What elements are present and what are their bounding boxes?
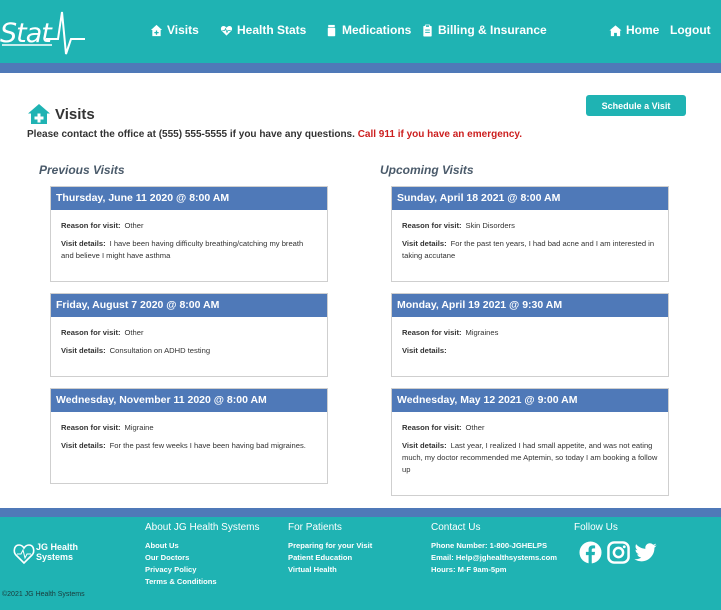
twitter-icon[interactable] <box>634 541 657 564</box>
stat-logo[interactable]: Stat <box>0 4 90 60</box>
house-medical-icon <box>150 24 163 36</box>
copyright-text: ©2021 JG Health Systems <box>2 591 85 598</box>
reason-label: Reason for visit: <box>61 423 121 432</box>
header-divider-bar <box>0 63 721 73</box>
nav-home-label: Home <box>626 23 660 37</box>
nav-billing-label: Billing & Insurance <box>438 23 547 37</box>
visit-reason: Other <box>465 423 485 432</box>
footer-logo-text: JG Health Systems <box>36 542 78 562</box>
footer-link-preparing[interactable]: Preparing for your Visit <box>288 541 372 550</box>
visit-reason: Skin Disorders <box>465 221 515 230</box>
heart-pulse-icon <box>220 25 233 36</box>
instagram-icon[interactable] <box>607 541 630 564</box>
heartbeat-logo-icon <box>2 11 85 55</box>
visit-date: Thursday, June 11 2020 @ 8:00 AM <box>51 187 327 210</box>
visit-date: Wednesday, November 11 2020 @ 8:00 AM <box>51 389 327 412</box>
nav-home[interactable]: Home <box>609 23 659 37</box>
visit-card: Wednesday, May 12 2021 @ 9:00 AM Reason … <box>391 388 669 496</box>
footer-about-title: About JG Health Systems <box>145 522 260 533</box>
details-label: Visit details: <box>61 239 106 248</box>
footer-follow-title: Follow Us <box>574 522 618 533</box>
schedule-visit-button[interactable]: Schedule a Visit <box>586 95 686 116</box>
facebook-icon[interactable] <box>579 541 602 564</box>
visit-card: Sunday, April 18 2021 @ 8:00 AM Reason f… <box>391 186 669 282</box>
visit-date: Sunday, April 18 2021 @ 8:00 AM <box>392 187 668 210</box>
visit-reason: Other <box>124 328 144 337</box>
visit-date: Friday, August 7 2020 @ 8:00 AM <box>51 294 327 317</box>
details-label: Visit details: <box>61 441 106 450</box>
nav-medications-label: Medications <box>342 23 412 37</box>
upcoming-visits-title: Upcoming Visits <box>380 163 474 177</box>
reason-label: Reason for visit: <box>402 221 462 230</box>
visit-reason: Migraines <box>465 328 499 337</box>
details-label: Visit details: <box>402 346 447 355</box>
visit-card: Monday, April 19 2021 @ 9:30 AM Reason f… <box>391 293 669 377</box>
clipboard-icon <box>423 24 432 37</box>
footer-link-privacy-policy[interactable]: Privacy Policy <box>145 565 197 574</box>
visit-details: Consultation on ADHD testing <box>109 346 211 355</box>
previous-visits-title: Previous Visits <box>39 163 125 177</box>
footer-patients-title: For Patients <box>288 522 342 533</box>
visit-date: Monday, April 19 2021 @ 9:30 AM <box>392 294 668 317</box>
footer-email[interactable]: Email: Help@jghealthsystems.com <box>431 553 557 562</box>
footer-logo-line1: JG Health <box>36 542 79 552</box>
nav-logout-label: Logout <box>670 23 711 37</box>
nav-health-stats[interactable]: Health Stats <box>220 23 306 37</box>
visit-details: For the past few weeks I have been havin… <box>109 441 306 450</box>
visit-card: Thursday, June 11 2020 @ 8:00 AM Reason … <box>50 186 328 282</box>
house-medical-icon <box>28 104 50 124</box>
footer-link-about-us[interactable]: About Us <box>145 541 179 550</box>
nav-visits[interactable]: Visits <box>150 23 199 37</box>
medication-icon <box>327 24 336 36</box>
contact-line: Please contact the office at (555) 555-5… <box>27 129 522 140</box>
visit-date: Wednesday, May 12 2021 @ 9:00 AM <box>392 389 668 412</box>
nav-visits-label: Visits <box>167 23 199 37</box>
top-header: Stat Visits Health Stats Medications Bil… <box>0 0 721 63</box>
visit-reason: Migraine <box>124 423 154 432</box>
footer-phone: Phone Number: 1-800-JGHELPS <box>431 541 548 550</box>
nav-medications[interactable]: Medications <box>325 23 411 37</box>
footer-divider-bar <box>0 508 721 517</box>
footer-link-terms[interactable]: Terms & Conditions <box>145 577 217 586</box>
details-label: Visit details: <box>402 441 447 450</box>
reason-label: Reason for visit: <box>402 328 462 337</box>
visit-card: Wednesday, November 11 2020 @ 8:00 AM Re… <box>50 388 328 484</box>
footer-link-patient-education[interactable]: Patient Education <box>288 553 352 562</box>
home-icon <box>609 24 622 36</box>
reason-label: Reason for visit: <box>61 221 121 230</box>
emergency-text: Call 911 if you have an emergency. <box>357 129 523 140</box>
nav-billing[interactable]: Billing & Insurance <box>421 23 547 37</box>
page-title-area: Visits <box>27 103 95 125</box>
footer-hours: Hours: M-F 9am-5pm <box>431 565 507 574</box>
footer-contact-title: Contact Us <box>431 522 481 533</box>
details-label: Visit details: <box>61 346 106 355</box>
nav-logout[interactable]: Logout <box>670 23 711 37</box>
nav-health-stats-label: Health Stats <box>237 23 307 37</box>
site-footer: JG Health Systems About JG Health System… <box>0 517 721 610</box>
reason-label: Reason for visit: <box>402 423 462 432</box>
footer-logo-line2: Systems <box>36 552 74 562</box>
footer-link-our-doctors[interactable]: Our Doctors <box>145 553 189 562</box>
visit-reason: Other <box>124 221 144 230</box>
footer-link-virtual-health[interactable]: Virtual Health <box>288 565 337 574</box>
contact-text: Please contact the office at (555) 555-5… <box>27 129 355 140</box>
page-title: Visits <box>55 105 95 123</box>
reason-label: Reason for visit: <box>61 328 121 337</box>
visit-card: Friday, August 7 2020 @ 8:00 AM Reason f… <box>50 293 328 377</box>
details-label: Visit details: <box>402 239 447 248</box>
